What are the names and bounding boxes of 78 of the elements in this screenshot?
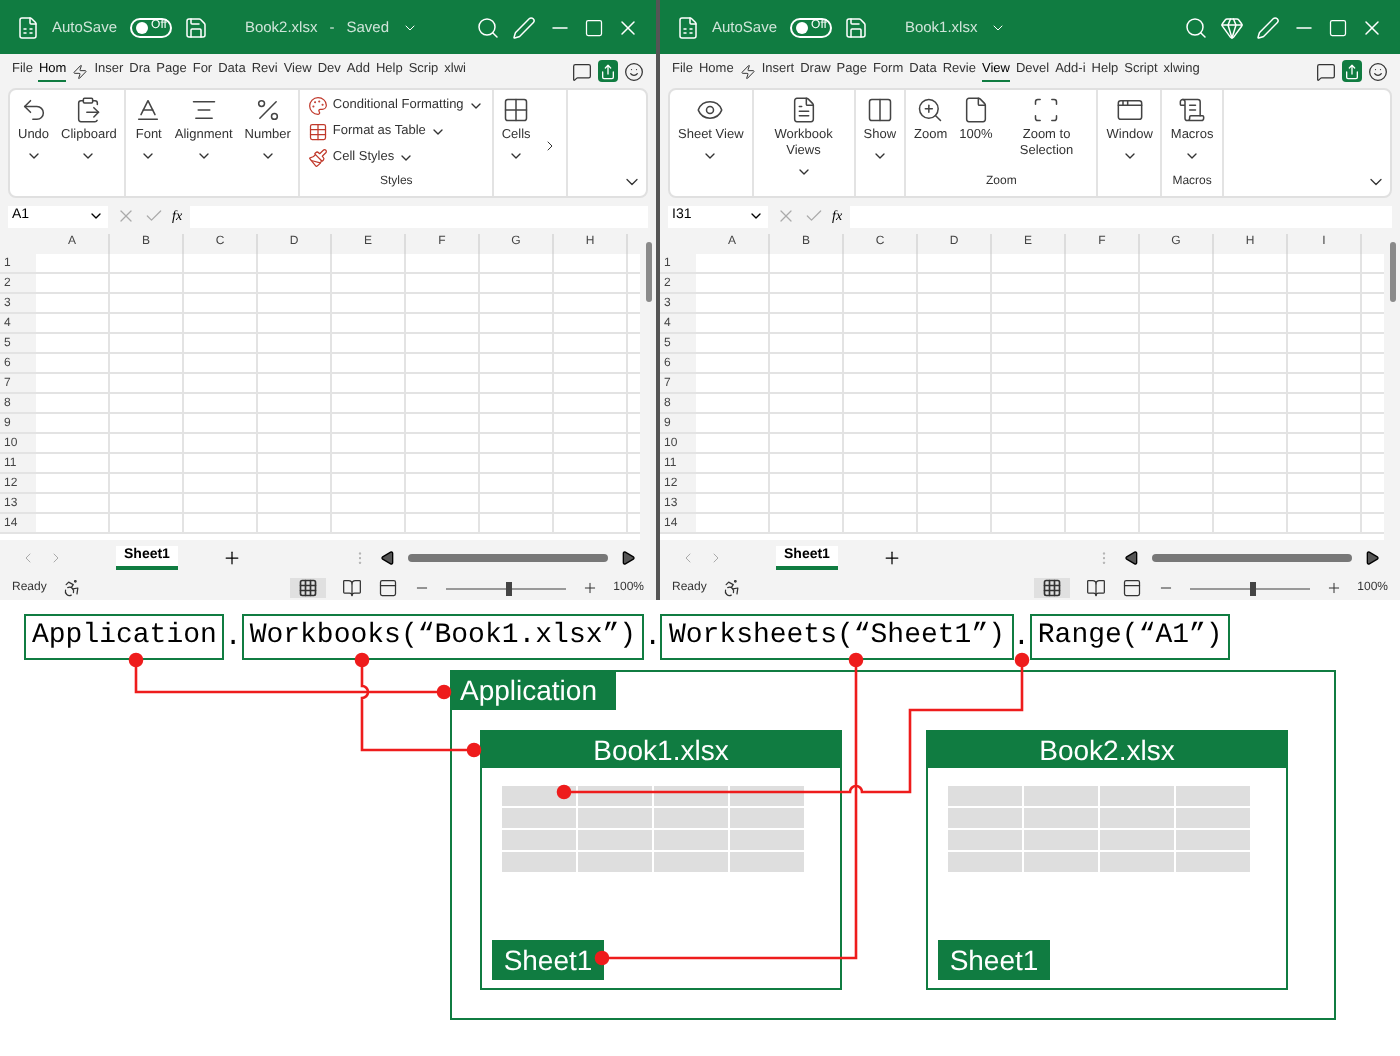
- table-icon: [308, 122, 329, 142]
- page-icon: [961, 96, 990, 124]
- search-icon: [1184, 15, 1208, 39]
- percent-icon: [253, 96, 282, 124]
- scroll-left-icon: [680, 550, 696, 566]
- horizontal-scrollbar[interactable]: [408, 554, 608, 562]
- zoom-in-icon: [581, 580, 598, 596]
- accessibility-icon: [722, 578, 743, 598]
- pen-icon: [512, 15, 536, 39]
- workbook-title: Book1.xlsx: [482, 732, 840, 768]
- save-icon: [844, 15, 869, 39]
- search-icon: [476, 15, 500, 39]
- scroll-right-icon[interactable]: [620, 550, 636, 566]
- dot-separator: .: [1013, 620, 1030, 658]
- page-break-icon: [1121, 578, 1142, 598]
- slider-thumb[interactable]: [1249, 581, 1256, 595]
- close-icon: [1360, 15, 1384, 39]
- zoom-in-icon: [1325, 580, 1342, 596]
- excel-icon: [676, 15, 700, 39]
- brush-icon: [308, 148, 329, 168]
- smiley-icon: [1368, 61, 1388, 81]
- macro-icon: [1178, 96, 1207, 124]
- code-segment: Application: [24, 614, 225, 660]
- comment-icon: [1316, 61, 1336, 81]
- code-segment: Worksheets(“Sheet1”): [660, 614, 1013, 660]
- dot-separator: .: [644, 620, 661, 658]
- font-icon: [134, 96, 163, 124]
- cells-icon: [502, 96, 531, 124]
- vertical-scrollbar[interactable]: [1384, 234, 1400, 540]
- accessibility-icon: [62, 578, 83, 598]
- zoom-selection-icon: [1032, 96, 1061, 124]
- pen-icon: [1256, 15, 1280, 39]
- excel-icon: [16, 15, 40, 39]
- lightning-icon: [72, 63, 89, 79]
- maximize-icon: [584, 17, 604, 37]
- document-icon: [789, 96, 818, 124]
- workbook-title: Book2.xlsx: [928, 732, 1286, 768]
- worksheet-label: Sheet1: [492, 940, 604, 980]
- smiley-icon: [624, 61, 644, 81]
- page-break-icon: [377, 578, 398, 598]
- enter-icon: [144, 206, 164, 226]
- scroll-left-icon[interactable]: [1124, 550, 1140, 566]
- share-button[interactable]: [598, 60, 618, 82]
- page-layout-icon: [341, 578, 362, 598]
- maximize-icon: [1328, 17, 1348, 37]
- magnifier-icon: [916, 96, 945, 124]
- scroll-left-icon: [20, 550, 36, 566]
- lightning-icon: [739, 63, 756, 79]
- horizontal-scrollbar[interactable]: [1152, 554, 1352, 562]
- vertical-scrollbar[interactable]: [640, 234, 656, 540]
- scroll-right-icon[interactable]: [1364, 550, 1380, 566]
- normal-view-button[interactable]: [1033, 578, 1070, 598]
- comment-icon: [572, 61, 592, 81]
- scroll-right-icon: [708, 550, 724, 566]
- worksheet-label: Sheet1: [938, 940, 1050, 980]
- normal-view-button[interactable]: [289, 578, 326, 598]
- clipboard-icon: [74, 96, 103, 124]
- scroll-left-icon[interactable]: [380, 550, 396, 566]
- code-segment: Workbooks(“Book1.xlsx”): [241, 614, 645, 660]
- cancel-icon: [116, 206, 136, 226]
- enter-icon: [804, 206, 824, 226]
- slider-thumb[interactable]: [505, 581, 512, 595]
- share-button[interactable]: [1342, 60, 1362, 82]
- scroll-right-icon: [48, 550, 64, 566]
- application-label: Application: [452, 672, 616, 710]
- align-icon: [189, 96, 218, 124]
- eye-icon: [696, 96, 725, 124]
- close-icon: [616, 15, 640, 39]
- code-segment: Range(“A1”): [1029, 614, 1231, 660]
- page-layout-icon: [1085, 578, 1106, 598]
- cancel-icon: [776, 206, 796, 226]
- add-sheet-icon: [221, 548, 242, 568]
- save-icon: [184, 15, 209, 39]
- add-sheet-icon: [881, 548, 902, 568]
- dot-separator: .: [224, 620, 242, 658]
- undo-icon: [19, 96, 48, 124]
- window-icon: [1115, 96, 1144, 124]
- diamond-icon: [1220, 15, 1244, 39]
